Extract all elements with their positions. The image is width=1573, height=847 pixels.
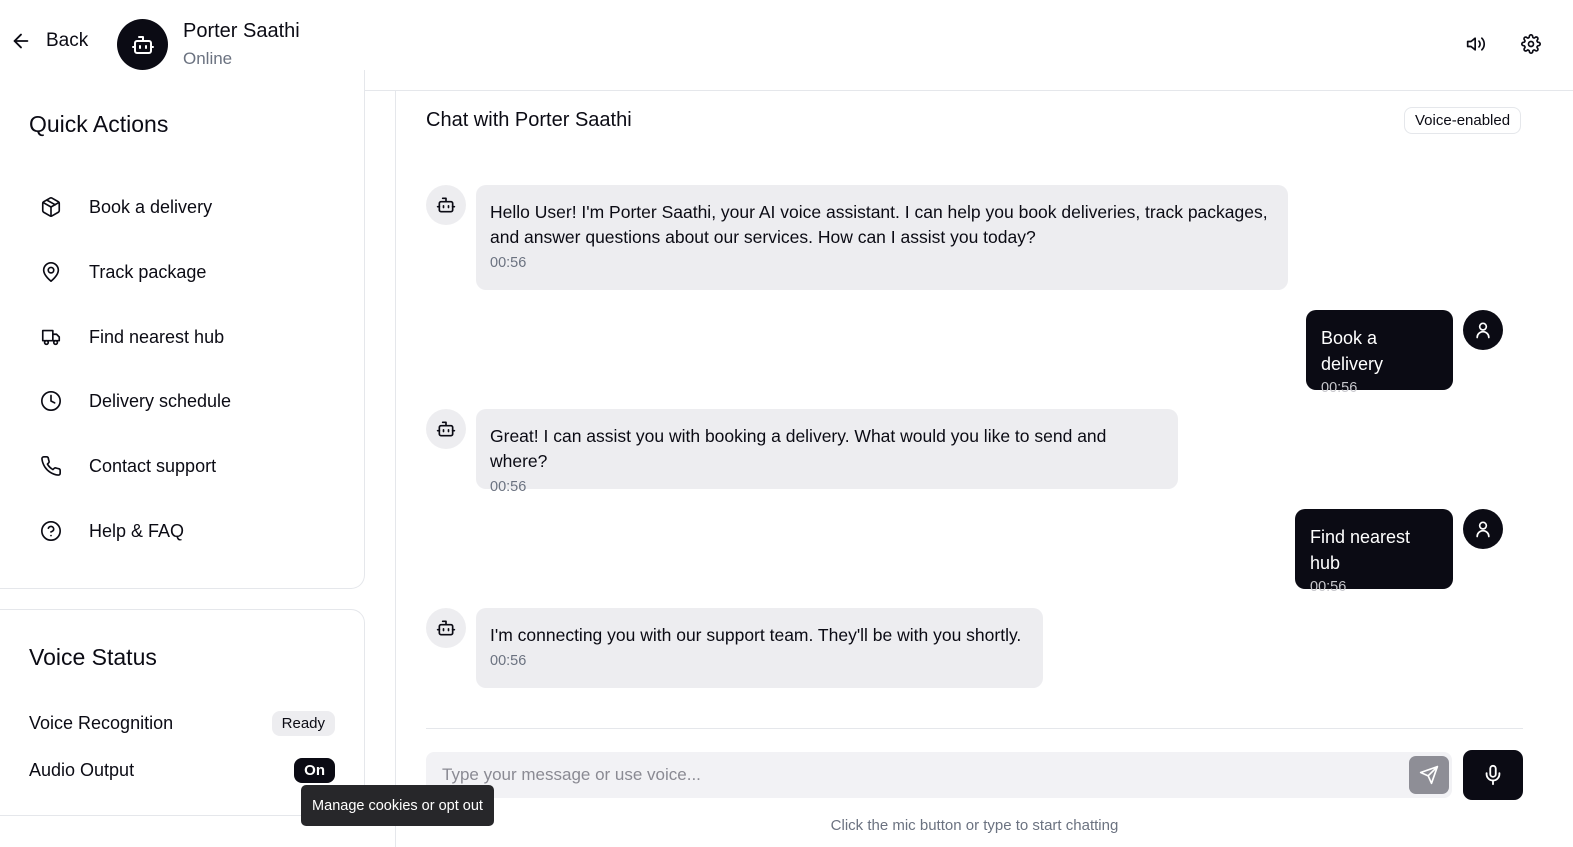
truck-icon <box>41 329 61 346</box>
mic-icon <box>1485 764 1501 786</box>
map-pin-icon <box>42 262 60 282</box>
voice-recognition-label: Voice Recognition <box>29 713 174 733</box>
package-icon <box>41 197 61 217</box>
send-button[interactable] <box>1409 756 1449 794</box>
send-icon <box>1419 765 1439 785</box>
bot-message-avatar <box>426 185 466 225</box>
quick-action-label: Help & FAQ <box>89 520 185 541</box>
message-text: Hello User! I'm Porter Saathi, your AI v… <box>490 202 1268 247</box>
bot-status: Online <box>183 49 233 68</box>
quick-action-label: Contact support <box>89 455 217 476</box>
quick-action-contact-support[interactable]: Contact support <box>40 446 340 486</box>
user-message-avatar <box>1463 509 1503 549</box>
quick-action-label: Delivery schedule <box>89 390 232 411</box>
quick-actions-title: Quick Actions <box>29 111 169 137</box>
arrow-left-icon <box>13 33 29 49</box>
message-text: I'm connecting you with our support team… <box>490 625 1022 645</box>
user-message: Book a delivery 00:56 <box>1306 310 1453 396</box>
message-time: 00:56 <box>490 255 527 271</box>
bot-message: Great! I can assist you with booking a d… <box>476 409 1178 495</box>
volume-button[interactable] <box>1464 32 1488 56</box>
back-button[interactable]: Back <box>10 30 88 52</box>
bot-icon <box>436 421 456 437</box>
voice-enabled-badge: Voice-enabled <box>1404 107 1522 134</box>
audio-output-row: Audio Output On <box>29 758 335 783</box>
bot-icon <box>436 197 456 213</box>
bot-name: Porter Saathi <box>183 20 300 42</box>
message-input-wrapper <box>426 752 1452 798</box>
clock-icon <box>41 391 61 411</box>
bot-avatar <box>117 19 168 70</box>
chat-title: Chat with Porter Saathi <box>426 109 632 131</box>
audio-output-label: Audio Output <box>29 760 135 780</box>
bot-message-avatar <box>426 409 466 449</box>
quick-action-label: Book a delivery <box>89 196 213 217</box>
mic-button[interactable] <box>1463 750 1523 800</box>
message-text: Great! I can assist you with booking a d… <box>490 426 1107 471</box>
message-time: 00:56 <box>490 653 527 669</box>
quick-action-label: Find nearest hub <box>89 326 225 347</box>
message-time: 00:56 <box>1310 579 1347 595</box>
quick-action-delivery-schedule[interactable]: Delivery schedule <box>40 381 340 421</box>
cookie-tooltip[interactable]: Manage cookies or opt out <box>301 785 494 826</box>
bot-message: Hello User! I'm Porter Saathi, your AI v… <box>476 185 1288 290</box>
bot-icon <box>436 620 456 636</box>
voice-recognition-row: Voice Recognition Ready <box>29 711 335 736</box>
gear-icon <box>1521 34 1541 54</box>
bot-icon <box>131 35 154 54</box>
settings-button[interactable] <box>1519 32 1543 56</box>
message-time: 00:56 <box>1321 380 1358 396</box>
quick-action-book-delivery[interactable]: Book a delivery <box>40 187 340 227</box>
user-message-avatar <box>1463 310 1503 350</box>
voice-recognition-badge: Ready <box>271 711 335 736</box>
back-label: Back <box>46 30 89 51</box>
audio-output-badge: On <box>294 758 335 783</box>
message-text: Find nearest hub <box>1310 527 1411 573</box>
bot-message-avatar <box>426 608 466 648</box>
help-circle-icon <box>41 521 61 541</box>
user-icon <box>1476 521 1490 538</box>
chat-hint: Click the mic button or type to start ch… <box>830 817 1119 834</box>
quick-action-label: Track package <box>89 261 207 282</box>
user-icon <box>1476 322 1490 339</box>
chat-panel: Chat with Porter Saathi Voice-enabled He… <box>395 91 1573 847</box>
volume-icon <box>1466 37 1486 51</box>
quick-action-track-package[interactable]: Track package <box>40 252 340 292</box>
bot-message: I'm connecting you with our support team… <box>476 608 1043 688</box>
message-time: 00:56 <box>490 479 527 495</box>
message-text: Book a delivery <box>1321 328 1384 374</box>
chat-divider <box>426 728 1523 729</box>
voice-status-title: Voice Status <box>29 644 157 670</box>
quick-action-help-faq[interactable]: Help & FAQ <box>40 511 340 551</box>
quick-action-find-hub[interactable]: Find nearest hub <box>40 317 340 357</box>
user-message: Find nearest hub 00:56 <box>1295 509 1453 595</box>
phone-icon <box>41 456 61 476</box>
message-input[interactable] <box>426 752 1396 798</box>
